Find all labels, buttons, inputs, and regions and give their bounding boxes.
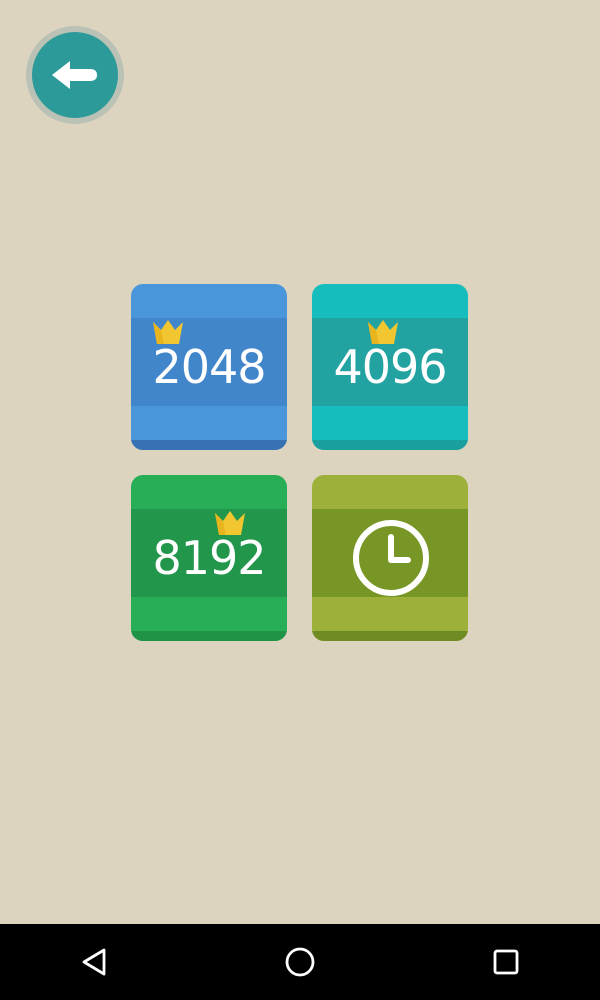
tile-shadow	[312, 631, 468, 641]
mode-tile-4096[interactable]: 4096	[312, 284, 468, 450]
back-arrow-icon	[52, 61, 97, 89]
nav-back-button[interactable]	[76, 944, 112, 980]
back-button[interactable]	[26, 26, 124, 124]
mode-tile-time[interactable]	[312, 475, 468, 641]
nav-home-button[interactable]	[282, 944, 318, 980]
tile-shadow	[131, 440, 287, 450]
mode-tile-2048[interactable]: 2048	[131, 284, 287, 450]
home-circle-icon	[285, 947, 315, 977]
tile-shadow	[131, 631, 287, 641]
clock-icon	[353, 520, 429, 596]
tile-label-8192: 8192	[152, 531, 266, 585]
mode-tile-8192[interactable]: 8192	[131, 475, 287, 641]
back-triangle-icon	[82, 948, 106, 976]
tile-label-4096: 4096	[333, 340, 447, 394]
nav-recents-button[interactable]	[488, 944, 524, 980]
back-button-circle	[32, 32, 118, 118]
tile-shadow	[312, 440, 468, 450]
system-nav-bar	[0, 924, 600, 1000]
recents-square-icon	[493, 949, 519, 975]
tile-label-2048: 2048	[152, 340, 266, 394]
